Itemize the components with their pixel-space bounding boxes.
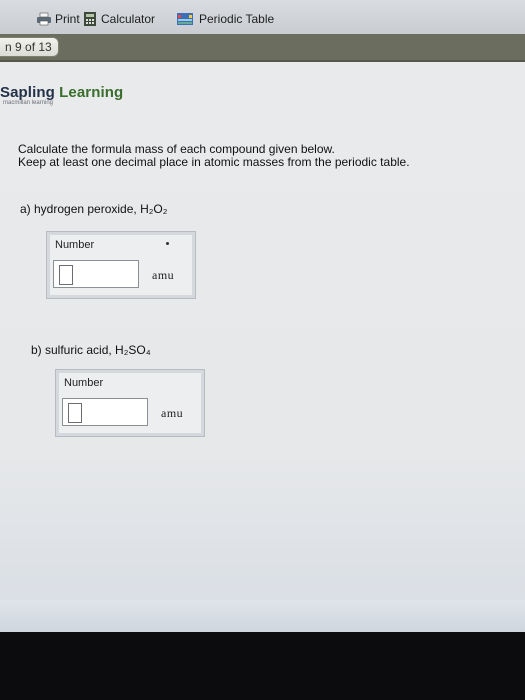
periodic-table-button[interactable]: Periodic Table [174, 10, 274, 28]
number-label-a: Number [55, 239, 95, 251]
brand-name: Sapling Learning [0, 84, 123, 101]
printer-icon [37, 12, 51, 26]
unit-label-a: amu [152, 268, 175, 282]
answer-box-b: Number amu [55, 369, 205, 437]
screen: Print Calculator Periodic Table n 9 of 1… [0, 0, 525, 700]
instructions: Calculate the formula mass of each compo… [18, 143, 410, 169]
unit-label-b: amu [161, 406, 184, 420]
brand-name-learning: Learning [59, 84, 124, 101]
instruction-line-2: Keep at least one decimal place in atomi… [18, 155, 410, 169]
page-bottom-band [0, 600, 525, 632]
brand-name-sapling: Sapling [0, 84, 60, 101]
calculator-icon [84, 12, 96, 26]
number-label-b: Number [64, 377, 104, 389]
print-button[interactable]: Print [36, 10, 80, 28]
question-pager: n 9 of 13 [0, 34, 525, 62]
answer-box-a: Number amu [46, 231, 196, 299]
toolbar: Print Calculator Periodic Table [0, 0, 525, 35]
question-counter[interactable]: n 9 of 13 [0, 37, 59, 57]
question-b-label: b) sulfuric acid, H₂SO₄ [31, 343, 151, 357]
question-a-label: a) hydrogen peroxide, H₂O₂ [20, 202, 168, 216]
brand-logo: Sapling Learning macmillan learning [0, 84, 123, 106]
screen-bezel [0, 632, 525, 700]
print-label: Print [55, 12, 80, 26]
periodic-table-icon [177, 13, 193, 25]
number-input-a[interactable] [53, 260, 139, 288]
calculator-label: Calculator [101, 12, 156, 26]
calculator-button[interactable]: Calculator [82, 10, 155, 28]
periodic-table-label: Periodic Table [199, 12, 275, 26]
info-dot-icon [166, 242, 169, 245]
number-input-b[interactable] [62, 398, 148, 426]
